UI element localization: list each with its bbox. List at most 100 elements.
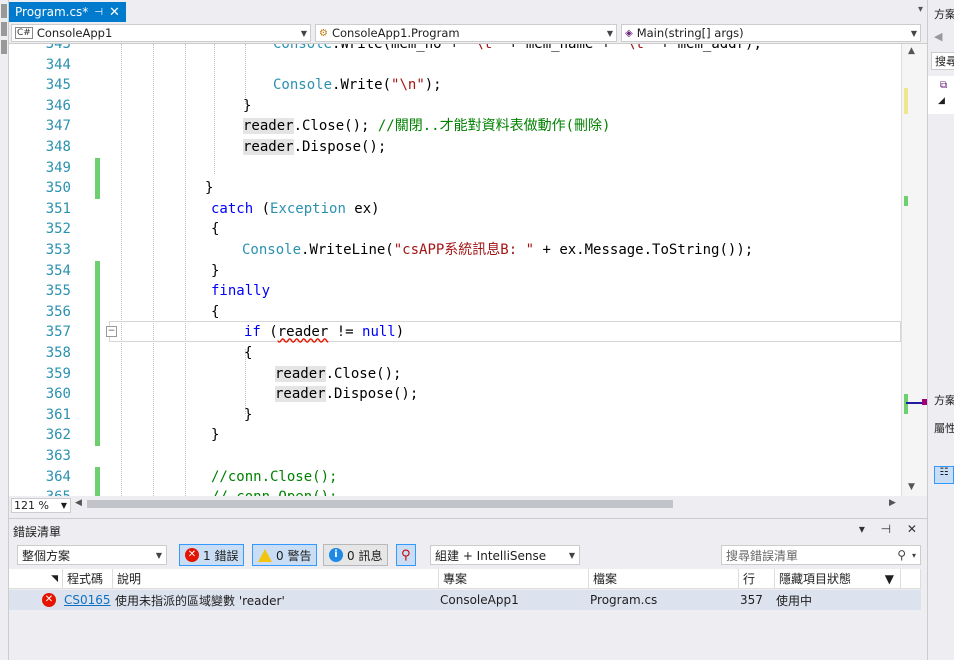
zoom-dropdown[interactable]: 121 % ▼ <box>11 498 71 513</box>
document-tab-strip: Program.cs* ⊣ ✕ ▾ <box>9 0 927 22</box>
error-code-link[interactable]: CS0165 <box>64 593 111 607</box>
change-marker <box>95 404 100 426</box>
solution-tree[interactable]: ⧉ ◢ <box>928 76 954 114</box>
messages-filter-button[interactable]: i 0 訊息 <box>323 544 389 566</box>
table-row[interactable]: ✕ CS0165 使用未指派的區域變數 'reader' ConsoleApp1… <box>9 590 921 610</box>
error-line: 357 <box>740 593 763 607</box>
toolbox-tab[interactable] <box>1 22 7 36</box>
scroll-up-icon[interactable]: ▲ <box>908 46 915 56</box>
back-icon[interactable]: ◀ <box>934 30 942 43</box>
server-explorer-tab[interactable] <box>1 4 7 18</box>
column-header-file[interactable]: 檔案 <box>589 569 739 589</box>
column-header-line[interactable]: 行 <box>739 569 775 589</box>
code-text: reader.Dispose(); <box>243 139 387 155</box>
change-marker <box>95 260 100 282</box>
solution-search-input[interactable]: 搜尋 <box>931 52 954 70</box>
close-icon[interactable]: ✕ <box>109 5 120 20</box>
scroll-down-icon[interactable]: ▼ <box>908 482 915 492</box>
change-marker <box>95 281 100 302</box>
expand-icon[interactable]: ◢ <box>938 96 945 106</box>
data-sources-tab[interactable] <box>1 40 7 54</box>
scroll-right-icon[interactable]: ▶ <box>889 498 896 508</box>
filter-current-document-button[interactable]: ⚲ <box>396 544 416 566</box>
scroll-marker <box>904 196 908 206</box>
code-line: 365 // conn.Open(); <box>9 487 901 496</box>
code-text: { <box>244 345 253 361</box>
filter-icon: ⚲ <box>401 547 411 563</box>
line-number: 360 <box>45 386 71 403</box>
line-number: 364 <box>45 468 71 485</box>
chevron-down-icon: ▼ <box>300 28 307 38</box>
code-text: Console.Write("\n"); <box>273 77 442 94</box>
warnings-filter-button[interactable]: 0 警告 <box>252 544 318 566</box>
solution-explorer-tab[interactable]: 方案 <box>934 392 954 408</box>
code-text: } <box>244 406 253 423</box>
line-number: 343 <box>45 44 71 52</box>
error-search-input[interactable]: 搜尋錯誤清單 ⚲ ▾ <box>721 545 921 565</box>
line-number: 365 <box>9 487 71 496</box>
solution-icon: ⧉ <box>940 80 948 91</box>
code-line: 349 <box>9 157 901 179</box>
code-line: 345 Console.Write("\n"); <box>9 75 901 96</box>
class-dropdown[interactable]: ⚙ ConsoleApp1.Program ▼ <box>315 24 617 42</box>
zoom-level: 121 % <box>14 499 49 512</box>
line-number: 354 <box>45 262 71 279</box>
error-list-panel: 錯誤清單 ▾ ⊣ ✕ 整個方案 ▼ ✕ 1 錯誤 0 警告 i 0 訊息 ⚲ 組… <box>9 518 927 660</box>
search-icon[interactable]: ⚲ <box>897 548 906 562</box>
line-number: 348 <box>45 139 71 155</box>
error-project: ConsoleApp1 <box>440 593 519 607</box>
panel-window-controls[interactable]: ▾ ⊣ ✕ <box>859 522 923 536</box>
column-header-project[interactable]: 專案 <box>439 569 589 589</box>
scope-dropdown[interactable]: 整個方案 ▼ <box>17 545 167 565</box>
code-text: { <box>211 221 220 238</box>
project-dropdown[interactable]: C# ConsoleApp1 ▼ <box>11 24 311 42</box>
chevron-down-icon: ▼ <box>568 550 575 560</box>
filter-icon[interactable]: ▼ <box>885 572 894 586</box>
line-number: 361 <box>45 406 71 423</box>
scroll-left-icon[interactable]: ◀ <box>75 498 82 508</box>
code-text: { <box>211 303 220 320</box>
code-line: 356 { <box>9 301 901 323</box>
column-header-code[interactable]: 程式碼 <box>63 569 113 589</box>
method-icon: ◈ <box>625 27 633 39</box>
change-marker <box>95 425 100 446</box>
chevron-down-icon: ▼ <box>606 28 613 38</box>
chevron-down-icon: ▼ <box>60 501 67 510</box>
error-list-toolbar: 整個方案 ▼ ✕ 1 錯誤 0 警告 i 0 訊息 ⚲ 組建 + Intelli… <box>9 543 927 569</box>
build-filter-value: 組建 + IntelliSense <box>435 548 547 563</box>
tab-program-cs[interactable]: Program.cs* ⊣ ✕ <box>9 2 126 22</box>
column-header-description[interactable]: 說明 <box>113 569 439 589</box>
line-number: 345 <box>45 77 71 94</box>
line-number: 359 <box>45 365 71 382</box>
change-marker <box>95 178 100 199</box>
code-line: 363 <box>9 446 901 467</box>
horizontal-scroll-thumb[interactable] <box>87 500 673 508</box>
scroll-marker <box>904 394 908 414</box>
class-icon: ⚙ <box>319 27 328 39</box>
sort-column-header[interactable]: ◥ <box>9 569 63 589</box>
member-dropdown[interactable]: ◈ Main(string[] args) ▼ <box>621 24 921 42</box>
code-text: finally <box>211 283 271 300</box>
properties-title: 屬性 <box>934 422 954 435</box>
editor-vertical-scrollbar[interactable]: ▲ ▼ <box>901 44 927 496</box>
tab-overflow-icon[interactable]: ▾ <box>918 4 923 15</box>
code-text: reader.Close(); //關閉..才能對資料表做動作(刪除) <box>243 118 611 135</box>
code-editor[interactable]: − 343 Console.Write(mem_no + "\t" + mem_… <box>9 44 901 496</box>
code-line: 362 } <box>9 425 901 446</box>
pin-icon[interactable]: ⊣ <box>94 7 103 18</box>
line-number: 363 <box>45 448 71 464</box>
class-name: ConsoleApp1.Program <box>331 26 460 40</box>
errors-filter-button[interactable]: ✕ 1 錯誤 <box>179 544 245 566</box>
build-filter-dropdown[interactable]: 組建 + IntelliSense ▼ <box>430 545 580 565</box>
column-header-suppression-state[interactable]: 隱藏項目狀態 ▼ <box>775 569 901 589</box>
change-marker <box>95 301 100 323</box>
code-text: catch (Exception ex) <box>211 200 380 217</box>
change-marker <box>95 466 100 488</box>
code-line: 347 reader.Close(); //關閉..才能對資料表做動作(刪除) <box>9 116 901 137</box>
code-line: 360 reader.Dispose(); <box>9 384 901 405</box>
editor-horizontal-bar: 121 % ▼ ◀ ▶ <box>9 496 927 514</box>
chevron-down-icon[interactable]: ▾ <box>912 551 916 560</box>
categorized-icon[interactable]: ☷ <box>934 466 954 484</box>
code-line: 346 } <box>9 96 901 117</box>
code-text: } <box>205 180 214 197</box>
